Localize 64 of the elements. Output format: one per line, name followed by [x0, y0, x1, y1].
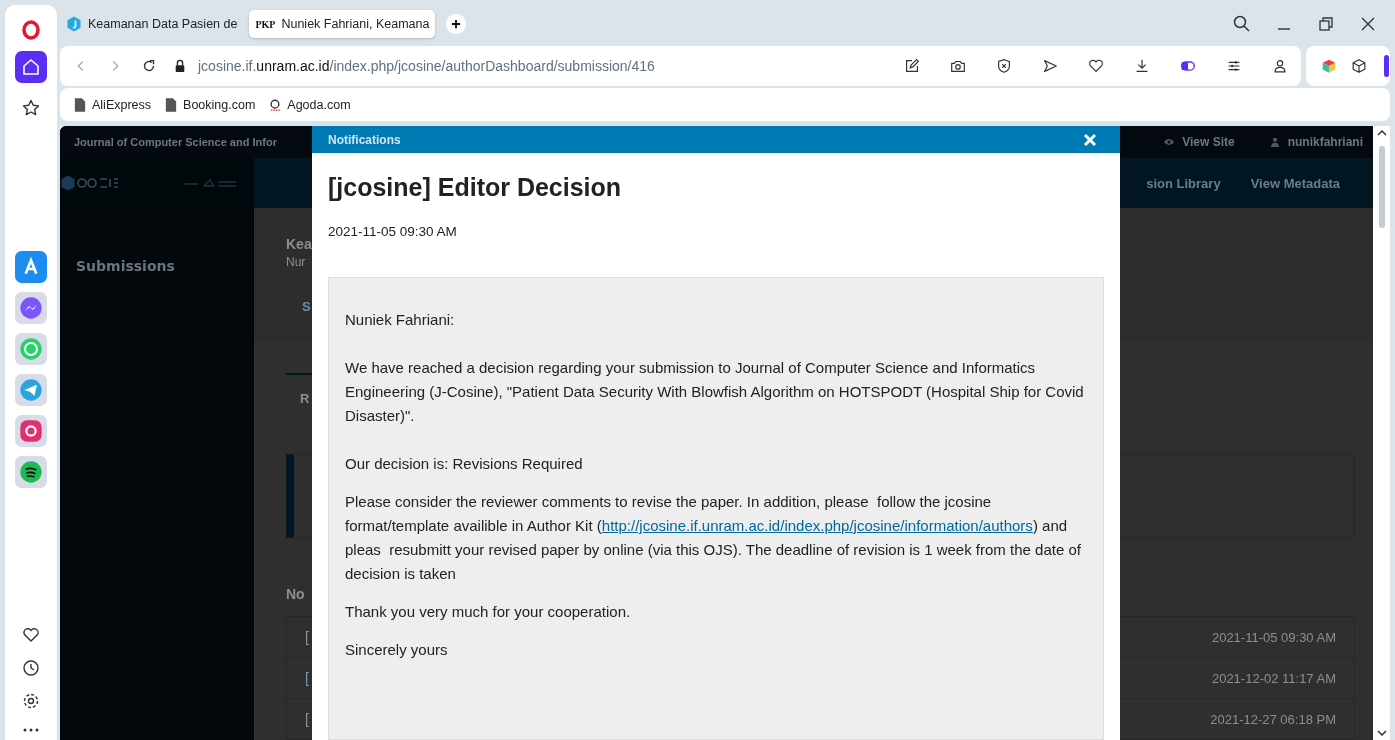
- browser-logo-icon[interactable]: [21, 19, 41, 41]
- spotify-icon[interactable]: [15, 456, 47, 488]
- notification-date: 2021-12-27 06:18 PM: [1210, 711, 1336, 727]
- browser-tab[interactable]: Keamanan Data Pasien de: [60, 10, 244, 38]
- bookmark[interactable]: AliExpress: [74, 97, 152, 112]
- search-icon[interactable]: [1232, 14, 1252, 34]
- profile-icon[interactable]: [1271, 57, 1289, 75]
- modal-header-title: Notifications: [328, 132, 401, 147]
- scroll-down-icon[interactable]: [1376, 730, 1387, 736]
- user-icon: [1268, 137, 1281, 147]
- nav-link[interactable]: sion Library: [1146, 175, 1221, 191]
- heart-icon[interactable]: [1087, 57, 1105, 75]
- address-bar[interactable]: jcosine.if.unram.ac.id/index.php/jcosine/authorDashboard/submission/416: [60, 46, 1301, 86]
- home-icon[interactable]: [15, 51, 47, 83]
- scroll-up-icon[interactable]: [1376, 130, 1387, 136]
- nav-link[interactable]: View Metadata: [1250, 175, 1340, 191]
- lock-icon: [174, 59, 186, 73]
- message-paragraph: Sincerely yours: [345, 640, 449, 660]
- url-text[interactable]: jcosine.if.unram.ac.id/index.php/jcosine/authorDashboard/submission/416: [198, 58, 655, 74]
- hexagon-icon: [66, 16, 82, 32]
- bookmark[interactable]: Agoda.com: [269, 97, 351, 112]
- new-tab-icon[interactable]: [445, 13, 468, 35]
- sidebar-toggle[interactable]: [1384, 55, 1389, 77]
- sidebar-link[interactable]: Submissions: [76, 258, 175, 274]
- notification-title: [jcosine] Editor Decision: [328, 173, 623, 202]
- notification-date: 2021-12-02 11:17 AM: [1211, 670, 1336, 686]
- telegram-icon[interactable]: [15, 374, 47, 406]
- send-icon[interactable]: [1041, 57, 1059, 75]
- message-paragraph: We have reached a decision regarding your submission to Journal of Computer Science and Informatics Engineering (J-Cosine), "Patient Data Security With Blowfish Algorithm on HOTSPODT (Hospital Ship for Covid Disaster)".: [345, 358, 1085, 426]
- messenger-icon[interactable]: [15, 292, 47, 324]
- user-menu[interactable]: nunikfahriani: [1268, 135, 1363, 149]
- message-paragraph: Nuniek Fahriani:: [345, 310, 456, 330]
- message-paragraph: Please consider the reviewer comments to revise the paper. In addition, please follow the jcosine format/template availible in Author Kit (http://jcosine.if.unram.ac.id/index.php/jcosine/information/authors) and pleas resubmitt your revised paper by online (via this OJS). The deadline of revision is 1 week from the date of decision is taken: [345, 492, 1082, 584]
- app-store-icon[interactable]: [15, 251, 47, 283]
- submission-title: Kea: [286, 236, 312, 252]
- settings-icon[interactable]: [21, 691, 41, 711]
- author-kit-link[interactable]: http://jcosine.if.unram.ac.id/index.php/jcosine/information/authors: [601, 517, 1033, 534]
- notification-title: [: [305, 670, 309, 686]
- message-paragraph: Thank you very much for your cooperation.: [345, 602, 632, 622]
- notification-title: [: [305, 629, 309, 645]
- tab-favicon: PKP: [255, 18, 276, 30]
- journal-name[interactable]: Journal of Computer Science and Infor: [74, 136, 277, 148]
- clock-icon[interactable]: [21, 658, 41, 678]
- notification-date: 2021-11-05 09:30 AM: [328, 224, 458, 239]
- shield-icon[interactable]: [995, 57, 1013, 75]
- page-icon: [74, 97, 86, 112]
- instagram-icon[interactable]: [15, 415, 47, 447]
- submission-authors: Nur: [286, 255, 306, 269]
- stage-tab[interactable]: S: [302, 299, 311, 314]
- cube-icon[interactable]: [1350, 57, 1368, 75]
- bookmark[interactable]: Booking.com: [165, 97, 256, 112]
- page-icon: [165, 97, 178, 112]
- restore-icon[interactable]: [1316, 14, 1336, 34]
- more-icon[interactable]: [23, 728, 39, 732]
- browser-tab[interactable]: PKP Nuniek Fahriani, Keamana: [249, 10, 436, 38]
- message-paragraph: Our decision is: Revisions Required: [345, 454, 584, 474]
- notifications-heading: No: [286, 586, 305, 602]
- close-icon[interactable]: [1082, 131, 1098, 148]
- circle-icon: [269, 97, 282, 112]
- notification-date: 2021-11-05 09:30 AM: [1211, 629, 1336, 645]
- eye-icon: [1163, 137, 1176, 147]
- edit-icon[interactable]: [903, 57, 921, 75]
- view-site-link[interactable]: View Site: [1163, 135, 1235, 149]
- notification-title: [: [305, 711, 309, 727]
